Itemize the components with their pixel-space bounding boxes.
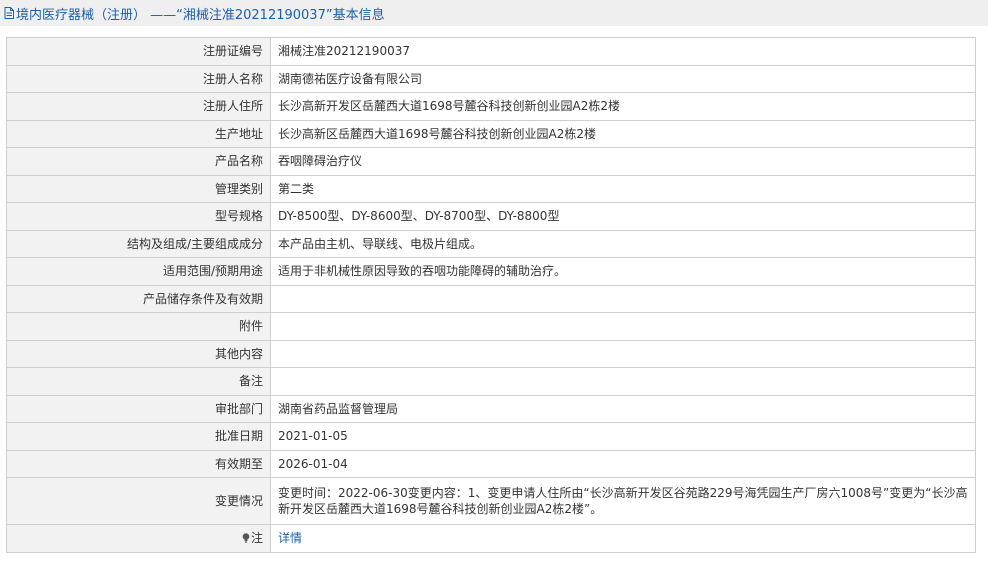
details-link[interactable]: 详情 bbox=[278, 531, 302, 545]
note-value-cell: 详情 bbox=[270, 524, 976, 553]
note-label: 注 bbox=[250, 531, 263, 546]
field-label: 产品储存条件及有效期 bbox=[6, 284, 271, 313]
detail-row: 注册人住所 长沙高新开发区岳麓西大道1698号麓谷科技创新创业园A2栋2楼 bbox=[6, 92, 976, 121]
field-value: 湘械注准20212190037 bbox=[270, 37, 976, 66]
field-label: 型号规格 bbox=[6, 202, 271, 231]
field-value: 2026-01-04 bbox=[270, 449, 976, 478]
field-label: 审批部门 bbox=[6, 394, 271, 423]
field-label: 有效期至 bbox=[6, 449, 271, 478]
field-value: DY-8500型、DY-8600型、DY-8700型、DY-8800型 bbox=[270, 202, 976, 231]
field-label: 注册人住所 bbox=[6, 92, 271, 121]
page-title-text: 境内医疗器械（注册） ——“湘械注准20212190037”基本信息 bbox=[16, 7, 385, 23]
detail-row: 适用范围/预期用途 适用于非机械性原因导致的吞咽功能障碍的辅助治疗。 bbox=[6, 257, 976, 286]
detail-row: 变更情况 变更时间：2022-06-30变更内容：1、变更申请人住所由“长沙高新开… bbox=[6, 477, 976, 525]
field-value: 湖南德祐医疗设备有限公司 bbox=[270, 64, 976, 93]
detail-row: 审批部门 湖南省药品监督管理局 bbox=[6, 394, 976, 423]
field-value: 第二类 bbox=[270, 174, 976, 203]
note-row: 注 详情 bbox=[6, 524, 976, 553]
field-value: 长沙高新区岳麓西大道1698号麓谷科技创新创业园A2栋2楼 bbox=[270, 119, 976, 148]
document-icon bbox=[4, 7, 14, 19]
detail-row: 管理类别 第二类 bbox=[6, 174, 976, 203]
detail-table-body: 注册证编号 湘械注准20212190037 注册人名称 湖南德祐医疗设备有限公司 注册人… bbox=[6, 37, 976, 553]
detail-row: 结构及组成/主要组成成分 本产品由主机、导联线、电极片组成。 bbox=[6, 229, 976, 258]
field-value bbox=[270, 339, 976, 368]
detail-row: 产品储存条件及有效期 bbox=[6, 284, 976, 313]
field-value: 适用于非机械性原因导致的吞咽功能障碍的辅助治疗。 bbox=[270, 257, 976, 286]
field-value: 吞咽障碍治疗仪 bbox=[270, 147, 976, 176]
field-value: 2021-01-05 bbox=[270, 422, 976, 451]
field-label: 产品名称 bbox=[6, 147, 271, 176]
field-label: 管理类别 bbox=[6, 174, 271, 203]
field-label: 变更情况 bbox=[6, 477, 271, 525]
field-label: 生产地址 bbox=[6, 119, 271, 148]
detail-row: 型号规格 DY-8500型、DY-8600型、DY-8700型、DY-8800型 bbox=[6, 202, 976, 231]
detail-row: 附件 bbox=[6, 312, 976, 341]
field-value bbox=[270, 284, 976, 313]
note-label-cell: 注 bbox=[6, 524, 271, 553]
field-label: 注册人名称 bbox=[6, 64, 271, 93]
detail-row: 产品名称 吞咽障碍治疗仪 bbox=[6, 147, 976, 176]
lightbulb-icon bbox=[242, 531, 250, 543]
field-label: 备注 bbox=[6, 367, 271, 396]
field-label: 注册证编号 bbox=[6, 37, 271, 66]
field-value: 湖南省药品监督管理局 bbox=[270, 394, 976, 423]
detail-row: 其他内容 bbox=[6, 339, 976, 368]
detail-row: 注册人名称 湖南德祐医疗设备有限公司 bbox=[6, 64, 976, 93]
field-value: 长沙高新开发区岳麓西大道1698号麓谷科技创新创业园A2栋2楼 bbox=[270, 92, 976, 121]
detail-row: 有效期至 2026-01-04 bbox=[6, 449, 976, 478]
detail-table: 注册证编号 湘械注准20212190037 注册人名称 湖南德祐医疗设备有限公司 注册人… bbox=[6, 37, 976, 553]
page-title: 境内医疗器械（注册） ——“湘械注准20212190037”基本信息 bbox=[0, 0, 988, 26]
field-value: 本产品由主机、导联线、电极片组成。 bbox=[270, 229, 976, 258]
detail-row: 生产地址 长沙高新区岳麓西大道1698号麓谷科技创新创业园A2栋2楼 bbox=[6, 119, 976, 148]
field-label: 附件 bbox=[6, 312, 271, 341]
field-label: 适用范围/预期用途 bbox=[6, 257, 271, 286]
detail-row: 注册证编号 湘械注准20212190037 bbox=[6, 37, 976, 66]
field-label: 批准日期 bbox=[6, 422, 271, 451]
field-label: 结构及组成/主要组成成分 bbox=[6, 229, 271, 258]
field-value bbox=[270, 312, 976, 341]
detail-row: 备注 bbox=[6, 367, 976, 396]
detail-row: 批准日期 2021-01-05 bbox=[6, 422, 976, 451]
field-value bbox=[270, 367, 976, 396]
field-label: 其他内容 bbox=[6, 339, 271, 368]
field-value: 变更时间：2022-06-30变更内容：1、变更申请人住所由“长沙高新开发区谷苑… bbox=[270, 477, 976, 525]
